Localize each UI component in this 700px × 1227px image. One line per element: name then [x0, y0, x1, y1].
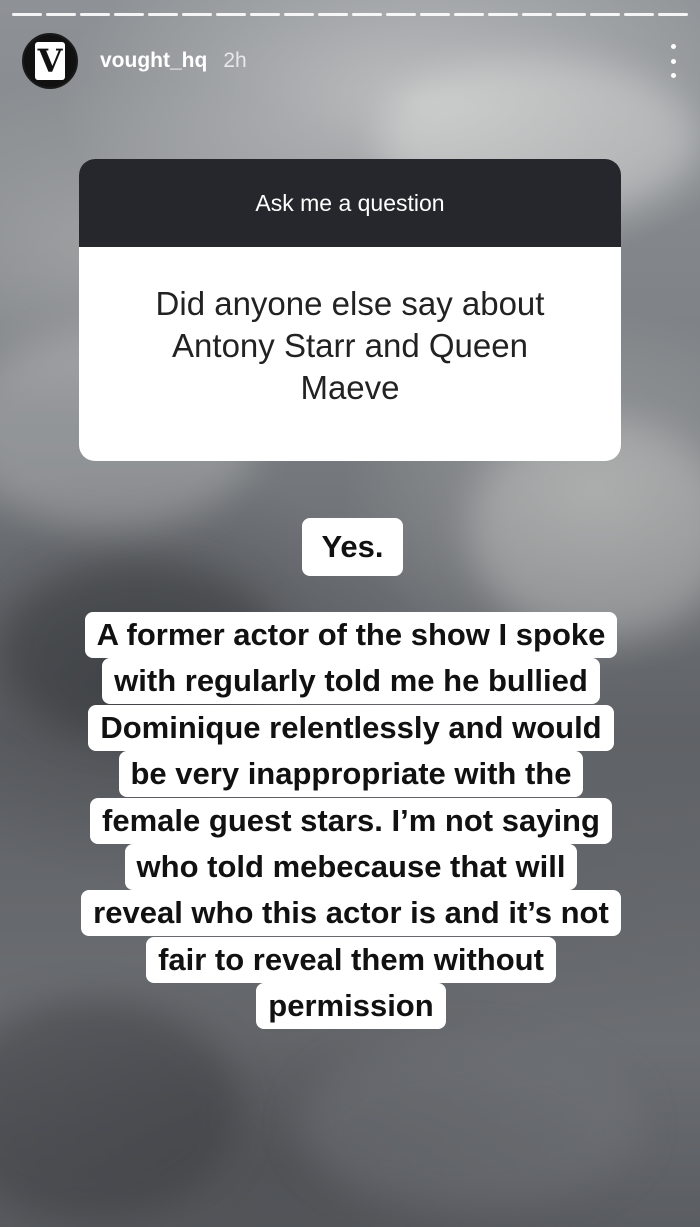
progress-segment [488, 13, 518, 16]
answer-line: who told mebecause that will [124, 843, 578, 890]
progress-segment [386, 13, 416, 16]
answer-line: with regularly told me he bullied [102, 658, 600, 705]
answer-line: fair to reveal them without [146, 936, 556, 983]
progress-segment [148, 13, 178, 16]
progress-segment [284, 13, 314, 16]
question-sticker-title: Ask me a question [79, 159, 621, 247]
question-text: Did anyone else say about Antony Starr a… [155, 285, 545, 406]
post-time: 2h [223, 49, 247, 72]
answer-line: permission [256, 983, 446, 1030]
progress-segment [182, 13, 212, 16]
answer-line: be very inappropriate with the [118, 751, 584, 798]
progress-segment [216, 13, 246, 16]
avatar[interactable]: V [22, 33, 78, 89]
progress-segment [352, 13, 382, 16]
answer-line: A former actor of the show I spoke [84, 612, 618, 658]
progress-segment [522, 13, 552, 16]
answer-line: Dominique relentlessly and would [88, 704, 614, 751]
progress-segment [12, 13, 42, 16]
story-header: V vought_hq 2h [22, 32, 678, 90]
more-options-icon[interactable] [668, 44, 678, 78]
progress-segment [658, 13, 688, 16]
progress-segment [556, 13, 586, 16]
question-sticker: Ask me a question Did anyone else say ab… [79, 159, 621, 461]
vought-logo-icon: V [35, 42, 65, 80]
progress-segment [454, 13, 484, 16]
progress-segment [318, 13, 348, 16]
answer-line: reveal who this actor is and it’s not [81, 890, 621, 937]
answer-text-block: A former actor of the show I spoke with r… [40, 612, 662, 1030]
progress-segment [114, 13, 144, 16]
username[interactable]: vought_hq [100, 49, 207, 73]
story-progress-bar [12, 13, 688, 16]
progress-segment [46, 13, 76, 16]
answer-line: female guest stars. I’m not saying [90, 797, 612, 844]
progress-segment [590, 13, 620, 16]
progress-segment [420, 13, 450, 16]
answer-short-label: Yes. [302, 518, 403, 576]
progress-segment [80, 13, 110, 16]
progress-segment [250, 13, 280, 16]
progress-segment [624, 13, 654, 16]
